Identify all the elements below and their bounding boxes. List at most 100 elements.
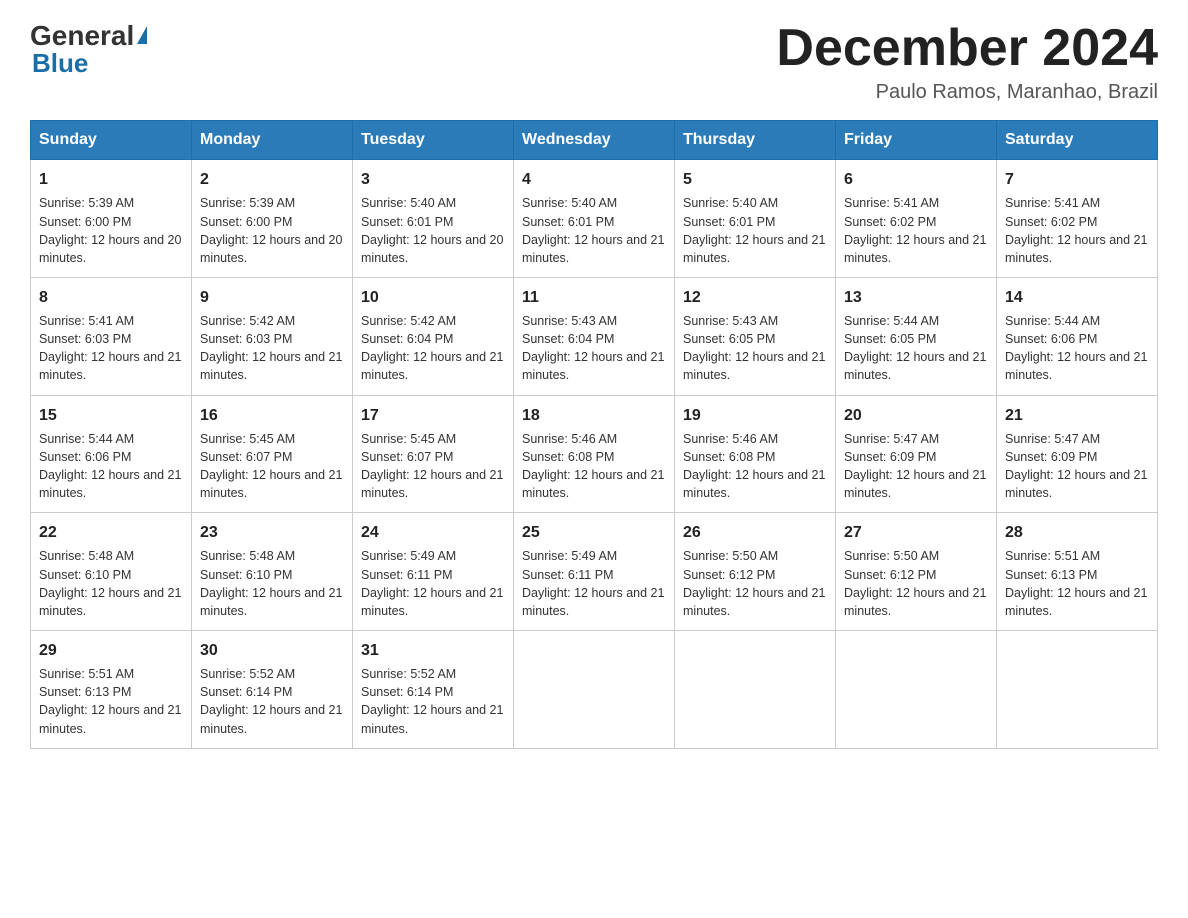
calendar-header-tuesday: Tuesday bbox=[353, 121, 514, 160]
calendar-header-thursday: Thursday bbox=[675, 121, 836, 160]
calendar-table: SundayMondayTuesdayWednesdayThursdayFrid… bbox=[30, 120, 1158, 748]
calendar-cell: 16Sunrise: 5:45 AMSunset: 6:07 PMDayligh… bbox=[192, 395, 353, 513]
sunrise-text: Sunrise: 5:47 AM bbox=[1005, 432, 1100, 446]
daylight-text: Daylight: 12 hours and 21 minutes. bbox=[1005, 468, 1147, 500]
daylight-text: Daylight: 12 hours and 21 minutes. bbox=[844, 468, 986, 500]
daylight-text: Daylight: 12 hours and 21 minutes. bbox=[844, 350, 986, 382]
sunset-text: Sunset: 6:09 PM bbox=[844, 450, 936, 464]
day-number: 30 bbox=[200, 639, 344, 662]
sunset-text: Sunset: 6:00 PM bbox=[39, 215, 131, 229]
day-number: 14 bbox=[1005, 286, 1149, 309]
calendar-cell: 26Sunrise: 5:50 AMSunset: 6:12 PMDayligh… bbox=[675, 513, 836, 631]
day-number: 8 bbox=[39, 286, 183, 309]
sunset-text: Sunset: 6:11 PM bbox=[361, 568, 453, 582]
day-number: 15 bbox=[39, 404, 183, 427]
sunset-text: Sunset: 6:08 PM bbox=[683, 450, 775, 464]
calendar-cell: 28Sunrise: 5:51 AMSunset: 6:13 PMDayligh… bbox=[997, 513, 1158, 631]
day-number: 13 bbox=[844, 286, 988, 309]
daylight-text: Daylight: 12 hours and 21 minutes. bbox=[200, 703, 342, 735]
sunrise-text: Sunrise: 5:44 AM bbox=[1005, 314, 1100, 328]
logo: General Blue bbox=[30, 20, 147, 79]
calendar-cell bbox=[997, 630, 1158, 748]
day-number: 11 bbox=[522, 286, 666, 309]
sunrise-text: Sunrise: 5:39 AM bbox=[200, 196, 295, 210]
calendar-cell: 1Sunrise: 5:39 AMSunset: 6:00 PMDaylight… bbox=[31, 160, 192, 278]
calendar-cell: 15Sunrise: 5:44 AMSunset: 6:06 PMDayligh… bbox=[31, 395, 192, 513]
calendar-header-monday: Monday bbox=[192, 121, 353, 160]
daylight-text: Daylight: 12 hours and 21 minutes. bbox=[522, 233, 664, 265]
sunset-text: Sunset: 6:10 PM bbox=[200, 568, 292, 582]
calendar-cell: 7Sunrise: 5:41 AMSunset: 6:02 PMDaylight… bbox=[997, 160, 1158, 278]
day-number: 25 bbox=[522, 521, 666, 544]
daylight-text: Daylight: 12 hours and 21 minutes. bbox=[1005, 586, 1147, 618]
calendar-cell: 5Sunrise: 5:40 AMSunset: 6:01 PMDaylight… bbox=[675, 160, 836, 278]
calendar-cell bbox=[675, 630, 836, 748]
daylight-text: Daylight: 12 hours and 21 minutes. bbox=[683, 233, 825, 265]
sunrise-text: Sunrise: 5:48 AM bbox=[39, 549, 134, 563]
month-title: December 2024 bbox=[776, 20, 1158, 77]
daylight-text: Daylight: 12 hours and 20 minutes. bbox=[200, 233, 342, 265]
sunrise-text: Sunrise: 5:50 AM bbox=[683, 549, 778, 563]
daylight-text: Daylight: 12 hours and 21 minutes. bbox=[844, 233, 986, 265]
sunrise-text: Sunrise: 5:42 AM bbox=[200, 314, 295, 328]
day-number: 10 bbox=[361, 286, 505, 309]
daylight-text: Daylight: 12 hours and 21 minutes. bbox=[1005, 350, 1147, 382]
day-number: 29 bbox=[39, 639, 183, 662]
daylight-text: Daylight: 12 hours and 20 minutes. bbox=[361, 233, 503, 265]
calendar-header-wednesday: Wednesday bbox=[514, 121, 675, 160]
calendar-header-sunday: Sunday bbox=[31, 121, 192, 160]
sunset-text: Sunset: 6:02 PM bbox=[844, 215, 936, 229]
sunrise-text: Sunrise: 5:47 AM bbox=[844, 432, 939, 446]
calendar-week-row: 8 Sunrise: 5:41 AM Sunset: 6:03 PM Daylight… bbox=[31, 277, 1158, 395]
sunset-text: Sunset: 6:04 PM bbox=[361, 332, 453, 346]
sunrise-text: Sunrise: 5:45 AM bbox=[361, 432, 456, 446]
sunset-text: Sunset: 6:14 PM bbox=[200, 685, 292, 699]
sunset-text: Sunset: 6:10 PM bbox=[39, 568, 131, 582]
sunrise-text: Sunrise: 5:45 AM bbox=[200, 432, 295, 446]
sunrise-text: Sunrise: 5:40 AM bbox=[361, 196, 456, 210]
sunset-text: Sunset: 6:01 PM bbox=[522, 215, 614, 229]
daylight-text: Daylight: 12 hours and 21 minutes. bbox=[200, 586, 342, 618]
day-number: 26 bbox=[683, 521, 827, 544]
sunset-text: Sunset: 6:13 PM bbox=[1005, 568, 1097, 582]
calendar-cell: 25Sunrise: 5:49 AMSunset: 6:11 PMDayligh… bbox=[514, 513, 675, 631]
sunrise-text: Sunrise: 5:51 AM bbox=[39, 667, 134, 681]
daylight-text: Daylight: 12 hours and 21 minutes. bbox=[522, 586, 664, 618]
daylight-text: Daylight: 12 hours and 21 minutes. bbox=[39, 350, 181, 382]
sunrise-text: Sunrise: 5:46 AM bbox=[522, 432, 617, 446]
sunrise-text: Sunrise: 5:39 AM bbox=[39, 196, 134, 210]
sunset-text: Sunset: 6:00 PM bbox=[200, 215, 292, 229]
sunrise-text: Sunrise: 5:42 AM bbox=[361, 314, 456, 328]
sunset-text: Sunset: 6:07 PM bbox=[200, 450, 292, 464]
logo-blue: Blue bbox=[30, 48, 88, 79]
calendar-header-saturday: Saturday bbox=[997, 121, 1158, 160]
sunrise-text: Sunrise: 5:44 AM bbox=[844, 314, 939, 328]
logo-triangle-icon bbox=[137, 26, 147, 44]
calendar-cell: 19Sunrise: 5:46 AMSunset: 6:08 PMDayligh… bbox=[675, 395, 836, 513]
sunrise-text: Sunrise: 5:51 AM bbox=[1005, 549, 1100, 563]
calendar-cell: 30Sunrise: 5:52 AMSunset: 6:14 PMDayligh… bbox=[192, 630, 353, 748]
calendar-header-row: SundayMondayTuesdayWednesdayThursdayFrid… bbox=[31, 121, 1158, 160]
calendar-cell: 27Sunrise: 5:50 AMSunset: 6:12 PMDayligh… bbox=[836, 513, 997, 631]
sunrise-text: Sunrise: 5:49 AM bbox=[522, 549, 617, 563]
day-number: 31 bbox=[361, 639, 505, 662]
sunset-text: Sunset: 6:13 PM bbox=[39, 685, 131, 699]
sunrise-text: Sunrise: 5:43 AM bbox=[683, 314, 778, 328]
sunrise-text: Sunrise: 5:41 AM bbox=[39, 314, 134, 328]
daylight-text: Daylight: 12 hours and 21 minutes. bbox=[522, 350, 664, 382]
sunrise-text: Sunrise: 5:52 AM bbox=[361, 667, 456, 681]
sunset-text: Sunset: 6:03 PM bbox=[200, 332, 292, 346]
calendar-cell: 23Sunrise: 5:48 AMSunset: 6:10 PMDayligh… bbox=[192, 513, 353, 631]
daylight-text: Daylight: 12 hours and 21 minutes. bbox=[844, 586, 986, 618]
day-number: 6 bbox=[844, 168, 988, 191]
sunset-text: Sunset: 6:14 PM bbox=[361, 685, 453, 699]
calendar-cell: 13Sunrise: 5:44 AMSunset: 6:05 PMDayligh… bbox=[836, 277, 997, 395]
sunset-text: Sunset: 6:12 PM bbox=[683, 568, 775, 582]
calendar-cell: 10Sunrise: 5:42 AMSunset: 6:04 PMDayligh… bbox=[353, 277, 514, 395]
calendar-week-row: 29 Sunrise: 5:51 AM Sunset: 6:13 PM Dayligh… bbox=[31, 630, 1158, 748]
calendar-cell: 2Sunrise: 5:39 AMSunset: 6:00 PMDaylight… bbox=[192, 160, 353, 278]
daylight-text: Daylight: 12 hours and 21 minutes. bbox=[361, 703, 503, 735]
day-number: 7 bbox=[1005, 168, 1149, 191]
calendar-cell: 8Sunrise: 5:41 AMSunset: 6:03 PMDaylight… bbox=[31, 277, 192, 395]
daylight-text: Daylight: 12 hours and 21 minutes. bbox=[683, 468, 825, 500]
